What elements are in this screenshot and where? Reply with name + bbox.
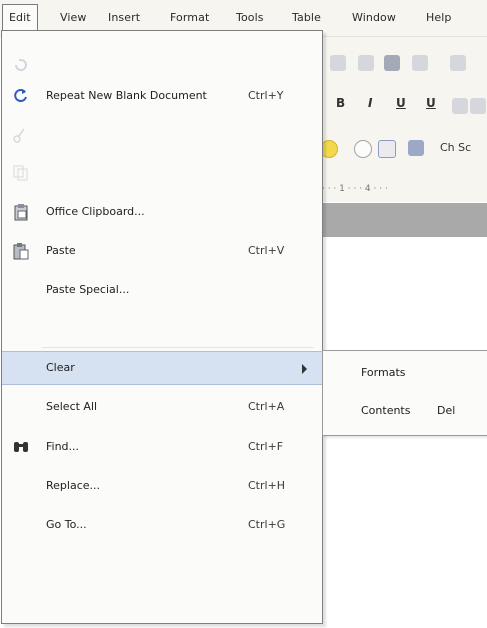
binoculars-icon [12,438,30,456]
dropdown-arrow-icon[interactable] [452,98,468,114]
office-clipboard-label: Office Clipboard... [46,205,145,218]
menu-item-replace[interactable]: Replace... Ctrl+H [2,470,322,504]
menu-item-disabled [2,585,322,619]
edit-menu: Repeat New Blank Document Ctrl+Y Office … [1,30,323,624]
menu-view[interactable]: View [60,11,87,24]
menu-item-select-all[interactable]: Select All Ctrl+A [2,391,322,425]
underline-style-button[interactable]: U [426,96,436,110]
menu-item-disabled [2,549,322,583]
standard-toolbar [322,48,487,78]
document-background [322,203,487,237]
contents-shortcut: Del [437,404,456,417]
toolbar-icon[interactable] [470,98,486,114]
cut-icon [12,126,30,144]
paste-shortcut: Ctrl+V [248,244,285,257]
contents-label: Contents [361,404,411,417]
formats-label: Formats [361,366,406,379]
table-icon[interactable] [378,140,396,158]
clear-label: Clear [46,361,75,374]
menu-window[interactable]: Window [352,11,396,24]
replace-label: Replace... [46,479,101,492]
circle-icon[interactable] [354,140,372,158]
menu-edit[interactable]: Edit [2,4,38,31]
ch-label[interactable]: Ch Sc [440,141,471,154]
menu-item-cut [2,119,322,153]
menu-table[interactable]: Table [292,11,321,24]
toolbar-icon[interactable] [358,55,374,71]
undo-toolbar-icon[interactable] [450,55,466,71]
menu-item-go-to[interactable]: Go To... Ctrl+G [2,509,322,543]
toolbar-icon[interactable] [408,140,424,156]
find-shortcut: Ctrl+F [248,440,284,453]
bold-button[interactable]: B [336,96,345,110]
menu-item-find[interactable]: Find... Ctrl+F [2,431,322,465]
menu-item-repeat[interactable]: Repeat New Blank Document Ctrl+Y [2,80,322,114]
paste-label: Paste [46,244,76,257]
menu-item-office-clipboard[interactable]: Office Clipboard... [2,196,322,230]
repeat-label: Repeat New Blank Document [46,89,207,102]
underline-button[interactable]: U [396,96,406,110]
find-label: Find... [46,440,80,453]
submenu-item-contents[interactable]: Contents Del [323,393,487,429]
menu-help[interactable]: Help [426,11,451,24]
select-all-label: Select All [46,400,98,413]
replace-shortcut: Ctrl+H [248,479,286,492]
menu-item-paste-special[interactable]: Paste Special... [2,274,322,308]
go-to-label: Go To... [46,518,87,531]
select-all-shortcut: Ctrl+A [248,400,285,413]
undo-icon [12,56,30,74]
paste-toolbar-icon[interactable] [384,55,400,71]
menu-separator [42,347,314,348]
italic-button[interactable]: I [368,96,372,110]
clear-submenu: Formats Contents Del [322,350,487,436]
clipboard-icon [12,203,30,221]
extra-toolbar: Ch Sc [320,134,487,164]
menu-tools[interactable]: Tools [236,11,264,24]
toolbar-icon[interactable] [330,55,346,71]
menu-insert[interactable]: Insert [108,11,140,24]
repeat-shortcut: Ctrl+Y [248,89,284,102]
menu-format[interactable]: Format [170,11,209,24]
menu-item-undo [2,49,322,83]
format-painter-icon[interactable] [412,55,428,71]
paste-icon [12,242,30,260]
menu-item-clear[interactable]: Clear [2,351,322,385]
submenu-arrow-icon [302,364,307,374]
menu-item-disabled [2,312,322,346]
paste-special-label: Paste Special... [46,283,130,296]
copy-icon [12,164,30,182]
submenu-item-formats[interactable]: Formats [323,355,487,391]
formatting-toolbar: B I U U [322,90,487,120]
repeat-icon [12,87,30,105]
go-to-shortcut: Ctrl+G [248,518,286,531]
menu-item-paste[interactable]: Paste Ctrl+V [2,235,322,269]
ruler: · · · 1 · · · 4 · · · [322,178,487,200]
menu-item-copy [2,157,322,191]
